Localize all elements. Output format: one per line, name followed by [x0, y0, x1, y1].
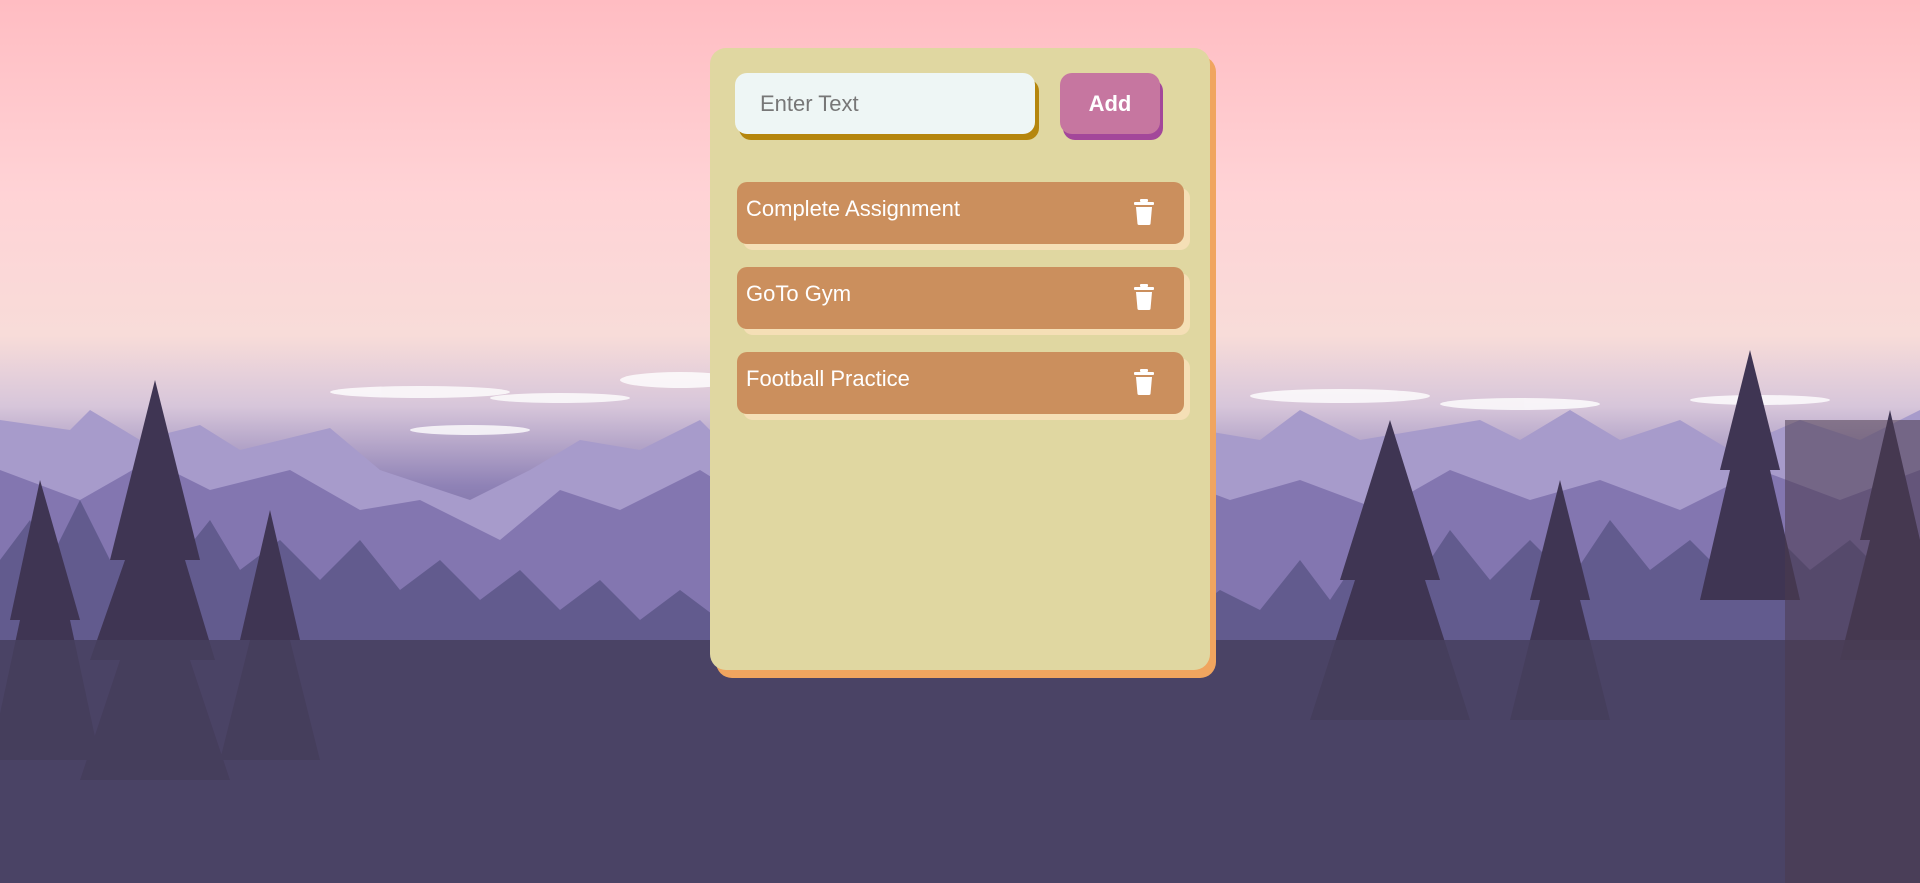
foreground-fog — [0, 640, 1920, 883]
task-list: Complete Assignment GoTo Gym Football Pr… — [737, 182, 1184, 437]
right-shade — [1785, 420, 1920, 883]
todo-card: Add Complete Assignment GoTo Gym Footbal… — [710, 48, 1210, 670]
task-label: GoTo Gym — [746, 281, 852, 306]
task-input-wrapper — [735, 73, 1035, 134]
task-item: Football Practice — [737, 352, 1184, 414]
trash-icon[interactable] — [1132, 198, 1156, 226]
trash-icon[interactable] — [1132, 368, 1156, 396]
add-button[interactable]: Add — [1060, 73, 1160, 134]
task-item: GoTo Gym — [737, 267, 1184, 329]
trash-icon[interactable] — [1132, 283, 1156, 311]
task-label: Complete Assignment — [746, 196, 960, 221]
task-input[interactable] — [735, 73, 1035, 134]
task-item: Complete Assignment — [737, 182, 1184, 244]
task-label: Football Practice — [746, 366, 910, 391]
